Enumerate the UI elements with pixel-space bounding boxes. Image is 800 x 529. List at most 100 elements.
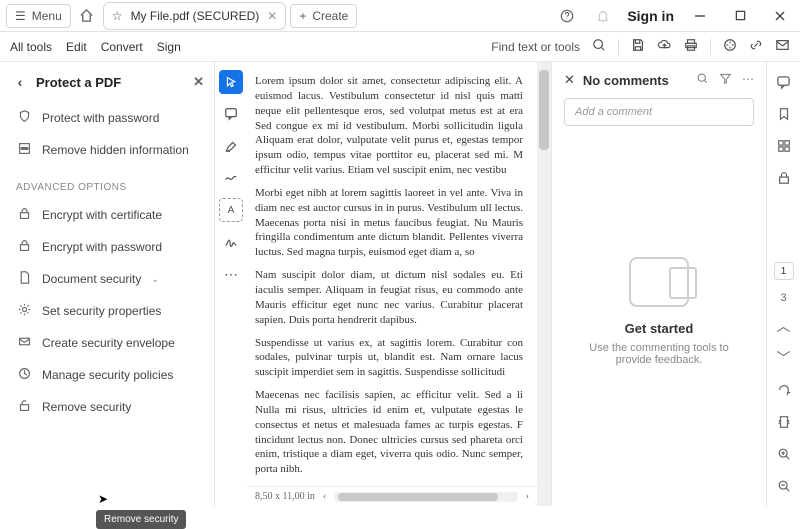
chevron-right-icon[interactable]: › [526, 490, 529, 504]
ai-icon[interactable] [723, 38, 737, 55]
more-icon[interactable]: ⋯ [742, 72, 754, 88]
paragraph: Lorem ipsum dolor sit amet, consectetur … [255, 74, 523, 178]
zoom-out-icon[interactable] [774, 476, 794, 496]
gear-icon [16, 303, 32, 319]
page-down-icon[interactable]: ﹀ [774, 348, 794, 368]
print-icon[interactable] [684, 38, 698, 55]
item-label: Manage security policies [42, 368, 173, 382]
get-started-desc: Use the commenting tools to provide feed… [574, 342, 744, 366]
encrypt-with-password[interactable]: Encrypt with password [0, 231, 214, 263]
minimize-icon[interactable] [686, 4, 714, 28]
back-icon[interactable]: ‹ [10, 74, 30, 90]
main-toolbar: All tools Edit Convert Sign Find text or… [0, 32, 800, 62]
create-security-envelope[interactable]: Create security envelope [0, 327, 214, 359]
filter-icon[interactable] [719, 72, 732, 88]
page-up-icon[interactable]: ︿ [774, 316, 794, 336]
paragraph: Nam suscipit dolor diam, ut dictum nisl … [255, 268, 523, 327]
fit-page-icon[interactable] [774, 412, 794, 432]
mail-icon[interactable] [775, 38, 790, 55]
maximize-icon[interactable] [726, 4, 754, 28]
tab-close-icon[interactable]: ✕ [267, 9, 277, 23]
convert-link[interactable]: Convert [101, 40, 143, 54]
close-comments-icon[interactable]: ✕ [564, 72, 575, 88]
thumbnails-icon[interactable] [774, 136, 794, 156]
comments-placeholder-icon [629, 257, 689, 307]
star-icon: ☆ [112, 9, 123, 23]
protect-with-password[interactable]: Protect with password [0, 102, 214, 134]
item-label: Encrypt with certificate [42, 208, 162, 222]
edit-link[interactable]: Edit [66, 40, 87, 54]
titlebar: ☰ Menu ☆ My File.pdf (SECURED) ✕ + Creat… [0, 0, 800, 32]
document-security[interactable]: Document security ⌄ [0, 263, 214, 295]
shield-icon [16, 110, 32, 126]
cloud-icon[interactable] [657, 38, 672, 55]
sign-link[interactable]: Sign [157, 40, 181, 54]
chat-icon[interactable] [774, 72, 794, 92]
find-text-label: Find text or tools [491, 40, 580, 54]
annotation-tools: A ⋯ [215, 62, 247, 506]
home-icon[interactable] [75, 4, 99, 28]
rotate-icon[interactable] [774, 380, 794, 400]
remove-hidden-information[interactable]: Remove hidden information [0, 134, 214, 166]
link-icon[interactable] [749, 38, 763, 55]
textbox-tool-icon[interactable]: A [219, 198, 243, 222]
more-tools-icon[interactable]: ⋯ [219, 262, 243, 286]
draw-tool-icon[interactable] [219, 166, 243, 190]
status-bar: 8,50 x 11,00 in ‹ › [247, 486, 537, 506]
remove-security[interactable]: Remove security [0, 391, 214, 423]
add-comment-input[interactable]: Add a comment [564, 98, 754, 126]
search-icon[interactable] [592, 38, 606, 55]
lock-icon [16, 207, 32, 223]
lock-icon [16, 239, 32, 255]
tooltip: Remove security [96, 510, 186, 529]
unlock-icon [16, 399, 32, 415]
page-size: 8,50 x 11,00 in [255, 490, 315, 504]
search-comments-icon[interactable] [696, 72, 709, 88]
pdf-page: Lorem ipsum dolor sit amet, consectetur … [247, 62, 537, 506]
advanced-options-header: ADVANCED OPTIONS [0, 166, 214, 199]
save-icon[interactable] [631, 38, 645, 55]
menu-button[interactable]: ☰ Menu [6, 4, 71, 28]
paragraph: Morbi eget nibh at lorem sagittis laoree… [255, 186, 523, 260]
menu-label: Menu [32, 9, 62, 23]
tab-title: My File.pdf (SECURED) [131, 9, 260, 23]
right-rail: 1 3 ︿ ﹀ [766, 62, 800, 506]
create-button[interactable]: + Create [290, 4, 357, 28]
help-icon[interactable] [555, 4, 579, 28]
document-tab[interactable]: ☆ My File.pdf (SECURED) ✕ [103, 2, 287, 30]
select-tool-icon[interactable] [219, 70, 243, 94]
page-number-current[interactable]: 1 [774, 262, 794, 280]
bell-icon[interactable] [591, 4, 615, 28]
bookmark-icon[interactable] [774, 104, 794, 124]
item-label: Remove hidden information [42, 143, 189, 157]
document-area: A ⋯ Lorem ipsum dolor sit amet, consecte… [215, 62, 551, 506]
encrypt-with-certificate[interactable]: Encrypt with certificate [0, 199, 214, 231]
protect-panel: ‹ Protect a PDF ✕ Protect with password … [0, 62, 215, 506]
divider [618, 39, 619, 55]
policy-icon [16, 367, 32, 383]
set-security-properties[interactable]: Set security properties [0, 295, 214, 327]
content-area: ‹ Protect a PDF ✕ Protect with password … [0, 62, 800, 506]
mouse-cursor-icon: ➤ [98, 492, 108, 506]
item-label: Protect with password [42, 111, 159, 125]
redact-icon [16, 142, 32, 158]
close-window-icon[interactable] [766, 4, 794, 28]
security-rail-icon[interactable] [774, 168, 794, 188]
sign-in-link[interactable]: Sign in [627, 8, 674, 24]
vertical-scrollbar[interactable] [537, 62, 551, 506]
comments-panel: ✕ No comments ⋯ Add a comment Get starte… [551, 62, 766, 506]
page-number-total: 3 [780, 292, 786, 304]
highlight-tool-icon[interactable] [219, 134, 243, 158]
chevron-left-icon[interactable]: ‹ [323, 490, 326, 504]
sign-tool-icon[interactable] [219, 230, 243, 254]
hamburger-icon: ☰ [15, 9, 26, 23]
envelope-icon [16, 335, 32, 351]
panel-close-icon[interactable]: ✕ [193, 74, 204, 90]
zoom-in-icon[interactable] [774, 444, 794, 464]
comment-tool-icon[interactable] [219, 102, 243, 126]
all-tools-link[interactable]: All tools [10, 40, 52, 54]
horizontal-scrollbar[interactable] [334, 492, 517, 502]
panel-title: Protect a PDF [36, 75, 121, 90]
manage-security-policies[interactable]: Manage security policies [0, 359, 214, 391]
create-label: Create [312, 9, 348, 23]
